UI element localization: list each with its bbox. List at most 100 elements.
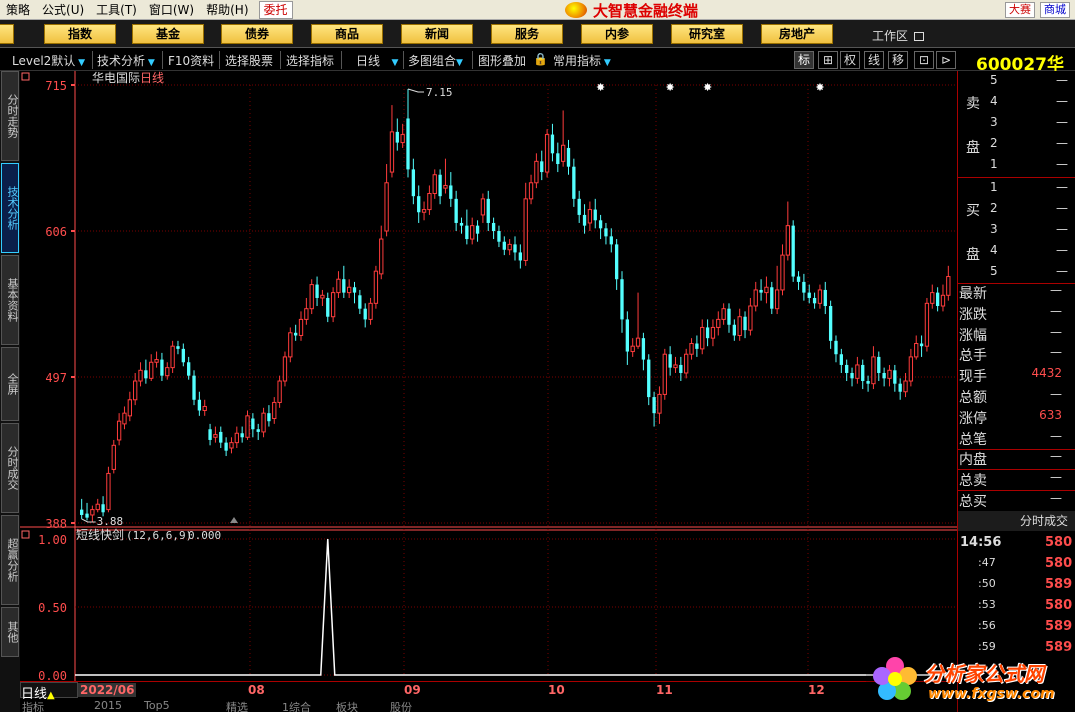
bottom-tab[interactable]: 板块 xyxy=(336,699,358,712)
info-star-icon[interactable]: ✸ xyxy=(596,81,605,94)
candle[interactable] xyxy=(154,351,159,368)
side-tab-other[interactable]: 其他 xyxy=(1,607,19,657)
candle[interactable] xyxy=(544,129,550,178)
candle[interactable] xyxy=(577,190,581,223)
candle[interactable] xyxy=(930,284,935,309)
bottom-tab[interactable]: 股份 xyxy=(390,699,412,712)
candle[interactable] xyxy=(924,297,930,352)
candle[interactable] xyxy=(823,281,827,315)
candle[interactable] xyxy=(684,348,689,379)
candle[interactable] xyxy=(122,406,127,430)
candle[interactable] xyxy=(438,169,442,205)
menu-tools[interactable]: 工具(T) xyxy=(90,0,143,20)
side-tab-timeshare[interactable]: 分时走势 xyxy=(1,71,19,161)
candle[interactable] xyxy=(267,405,271,427)
minute-trade-row[interactable]: :47 580 xyxy=(958,556,1075,577)
candle[interactable] xyxy=(127,391,132,422)
candle[interactable] xyxy=(566,139,571,175)
candle[interactable] xyxy=(657,386,662,424)
side-tab-fullscreen[interactable]: 全屏 xyxy=(1,347,19,421)
candle[interactable] xyxy=(796,271,801,290)
common-indicator-dropdown[interactable]: 常用指标 ▼ xyxy=(553,52,611,69)
candle[interactable] xyxy=(101,496,105,517)
candle[interactable] xyxy=(785,201,790,261)
candle[interactable] xyxy=(138,362,143,387)
nav-index-button[interactable]: 指数 xyxy=(44,24,116,44)
candle[interactable] xyxy=(480,193,486,223)
candle[interactable] xyxy=(528,174,534,205)
candle[interactable] xyxy=(116,413,122,446)
f10-button[interactable]: F10资料 xyxy=(168,52,214,69)
candle[interactable] xyxy=(133,372,138,406)
candle[interactable] xyxy=(379,225,384,280)
select-indicator-button[interactable]: 选择指标 xyxy=(286,52,334,69)
candle[interactable] xyxy=(635,292,641,349)
candle[interactable] xyxy=(347,279,352,298)
info-star-icon[interactable]: ✸ xyxy=(815,81,824,94)
candle[interactable] xyxy=(406,89,410,178)
candle[interactable] xyxy=(679,356,683,382)
bottom-tab[interactable]: 2015 xyxy=(94,699,122,712)
candle[interactable] xyxy=(743,311,747,339)
candle[interactable] xyxy=(320,289,325,307)
candle[interactable] xyxy=(411,158,416,205)
candle[interactable] xyxy=(326,292,330,323)
candle[interactable] xyxy=(764,276,769,304)
candle[interactable] xyxy=(363,303,367,328)
side-tab-technical[interactable]: 技术分析 xyxy=(1,163,19,253)
candle[interactable] xyxy=(834,335,838,363)
minute-trade-row[interactable]: 14:56 580 xyxy=(958,535,1075,556)
contest-button[interactable]: 大赛 xyxy=(1005,2,1035,18)
candle[interactable] xyxy=(197,391,202,416)
candle[interactable] xyxy=(812,292,817,309)
nav-realestate-button[interactable]: 房地产 xyxy=(761,24,833,44)
candle[interactable] xyxy=(502,236,506,256)
candle[interactable] xyxy=(598,214,603,240)
candle[interactable] xyxy=(277,375,282,408)
minute-trade-row[interactable]: :53 580 xyxy=(958,598,1075,619)
side-tab-fundamental[interactable]: 基本资料 xyxy=(1,255,19,345)
candle[interactable] xyxy=(540,150,544,181)
candle[interactable] xyxy=(556,142,560,173)
candle[interactable] xyxy=(144,359,148,384)
candle[interactable] xyxy=(582,204,587,234)
candle[interactable] xyxy=(176,340,180,355)
candle[interactable] xyxy=(705,319,710,347)
kline-chart[interactable]: 715 606 497 388 1.00 0.50 0.00 7.15 3.88 ✸ ✸ ✸ ✸ 华电国际… xyxy=(20,71,957,681)
menu-window[interactable]: 窗口(W) xyxy=(143,0,200,20)
line-button[interactable]: 线 xyxy=(864,51,884,69)
candle[interactable] xyxy=(898,378,902,400)
candle[interactable] xyxy=(497,225,501,248)
candle[interactable] xyxy=(342,265,346,298)
candle[interactable] xyxy=(368,297,373,325)
candle[interactable] xyxy=(219,426,223,448)
candle[interactable] xyxy=(855,356,860,384)
candle[interactable] xyxy=(298,311,304,341)
side-tab-trades[interactable]: 分时成交 xyxy=(1,423,19,513)
chart-gear-icon[interactable] xyxy=(21,72,30,81)
candle[interactable] xyxy=(871,346,876,390)
candle[interactable] xyxy=(647,354,651,406)
candle[interactable] xyxy=(513,236,517,261)
candle[interactable] xyxy=(373,265,379,309)
candle[interactable] xyxy=(662,348,667,400)
candle[interactable] xyxy=(202,399,207,416)
lock-icon[interactable]: 🔒 xyxy=(533,52,548,66)
candle[interactable] xyxy=(491,217,496,240)
candle[interactable] xyxy=(695,335,699,357)
candle[interactable] xyxy=(652,391,656,427)
candle[interactable] xyxy=(737,308,742,341)
candle[interactable] xyxy=(192,370,196,406)
candle[interactable] xyxy=(224,437,228,457)
candle[interactable] xyxy=(572,158,576,207)
candle[interactable] xyxy=(780,244,785,296)
candle[interactable] xyxy=(518,244,523,269)
candle[interactable] xyxy=(614,239,619,290)
workzone-button[interactable]: 工作区 xyxy=(872,27,925,44)
candle[interactable] xyxy=(721,303,726,325)
candle[interactable] xyxy=(432,169,437,199)
candle[interactable] xyxy=(261,407,266,438)
candle[interactable] xyxy=(400,123,405,148)
next-button[interactable]: ⊳ xyxy=(936,51,956,69)
candle[interactable] xyxy=(534,153,539,189)
